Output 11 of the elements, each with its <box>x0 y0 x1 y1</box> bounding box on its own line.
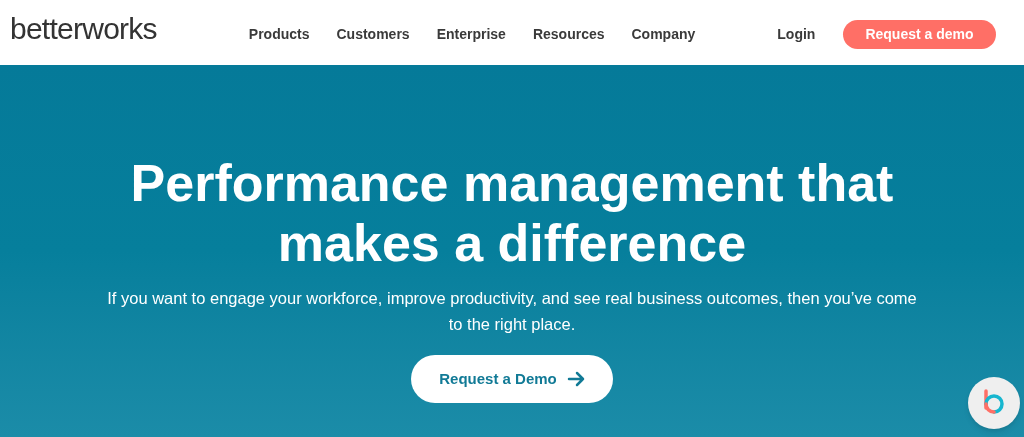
request-demo-button[interactable]: Request a Demo <box>411 355 613 403</box>
hero-subtitle: If you want to engage your workforce, improve productivity, and see real business outcomes, then you’ve come to the right place. <box>106 288 918 335</box>
nav-link[interactable]: Enterprise <box>436 24 506 45</box>
hero-title: Performance management that makes a difference <box>129 153 895 273</box>
arrow-right-icon <box>566 371 585 387</box>
nav-link[interactable]: Company <box>631 24 696 45</box>
nav-link[interactable]: Resources <box>532 24 605 45</box>
logo[interactable]: betterworks <box>10 13 157 44</box>
nav-link[interactable]: Products <box>248 24 310 45</box>
nav-link[interactable]: Customers <box>336 24 410 45</box>
login-link[interactable]: Login <box>777 24 816 45</box>
